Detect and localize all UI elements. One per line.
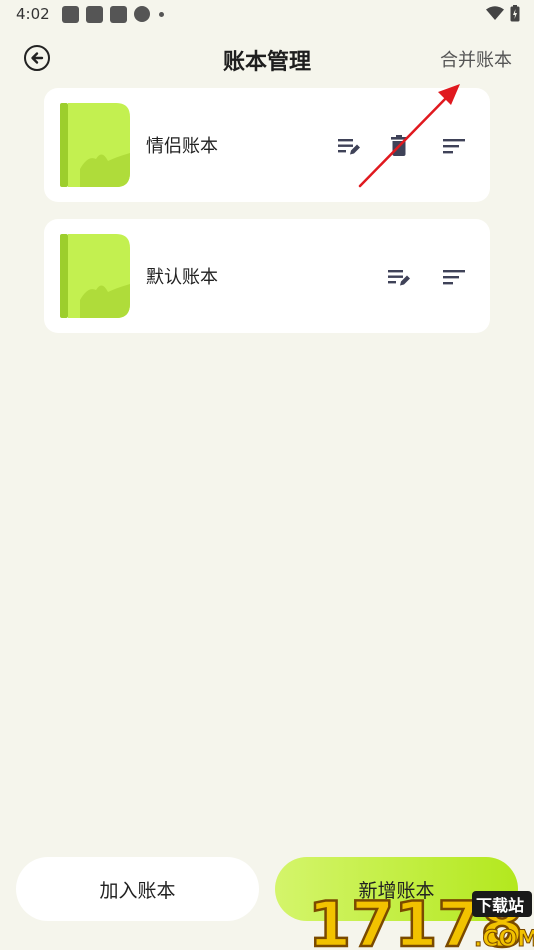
merge-books-button[interactable]: 合并账本 [440,46,512,72]
book-name: 情侣账本 [146,136,218,157]
edit-icon[interactable] [386,264,412,290]
status-time: 4:02 [16,5,50,23]
status-bar: 4:02 [0,0,534,28]
book-card[interactable]: 情侣账本 [44,88,490,202]
notification-icon [61,5,79,23]
notification-icon [85,5,103,23]
delete-icon[interactable] [386,133,412,159]
add-book-button[interactable]: 新增账本 [275,857,518,921]
battery-icon [510,5,520,22]
book-name: 默认账本 [146,267,218,288]
notification-icon [109,5,127,23]
more-notifications-icon [158,11,164,17]
book-card[interactable]: 默认账本 [44,219,490,333]
watermark-domain: .COM [474,927,534,950]
book-cover-icon [60,103,130,187]
sort-icon[interactable] [441,133,467,159]
aperture-icon [133,6,150,22]
book-cover-icon [60,234,130,318]
join-book-button[interactable]: 加入账本 [16,857,259,921]
wifi-icon [486,6,504,20]
header: 账本管理 合并账本 [0,36,534,80]
edit-icon[interactable] [336,133,362,159]
sort-icon[interactable] [441,264,467,290]
